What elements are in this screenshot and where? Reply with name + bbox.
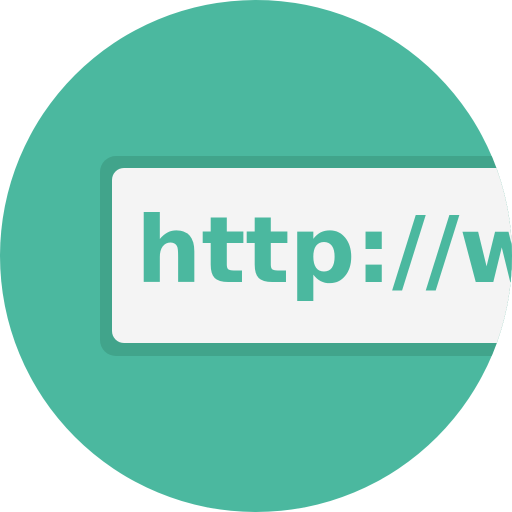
- url-text: http://ww: [136, 197, 512, 304]
- background-circle: http://ww: [0, 0, 512, 512]
